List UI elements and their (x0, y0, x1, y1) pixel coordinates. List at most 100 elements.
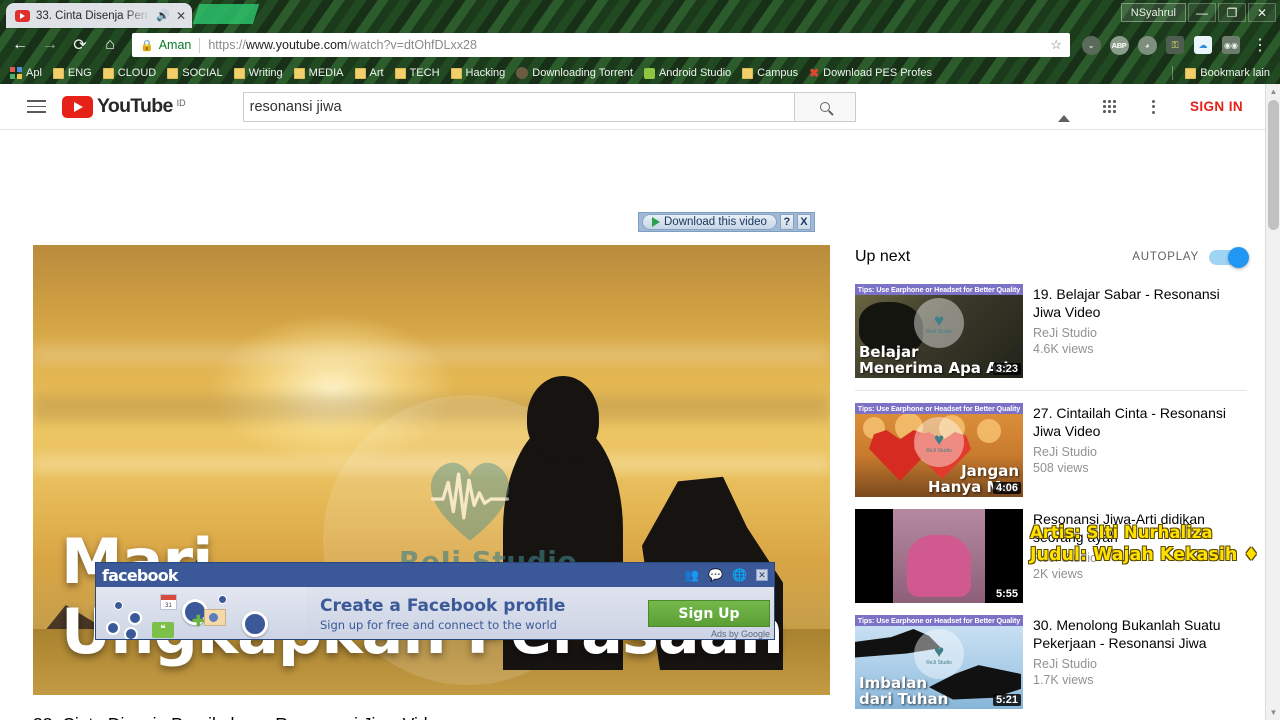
home-button[interactable]: ⌂ (96, 31, 124, 59)
profile-name-button[interactable]: NSyahrul (1120, 3, 1186, 22)
address-bar[interactable]: 🔒 Aman https://www.youtube.com/watch?v=d… (132, 33, 1070, 57)
bookmark-tech[interactable]: TECH (390, 65, 445, 81)
bookmark-star-icon[interactable]: ☆ (1050, 37, 1062, 53)
comment-icon: 💬 (708, 568, 724, 582)
bookmark-eng[interactable]: ENG (48, 65, 97, 81)
bookmark-android-studio[interactable]: Android Studio (639, 65, 736, 81)
omnibox-divider (199, 37, 201, 53)
calendar-icon: 31 (160, 594, 177, 610)
youtube-logo[interactable]: YouTube ID (62, 95, 186, 118)
bookmark-label: CLOUD (117, 67, 157, 79)
bookmark-label: Downloading Torrent (532, 67, 633, 79)
youtube-favicon-icon (15, 9, 30, 22)
download-helper-toolbar: Download this video ? X (638, 212, 815, 232)
scrollbar-thumb[interactable] (1268, 100, 1279, 230)
list-item-views: 4.6K views (1033, 342, 1094, 356)
list-item-channel[interactable]: ReJi Studio (1033, 326, 1247, 340)
bookmark-cloud[interactable]: CLOUD (98, 65, 162, 81)
bookmark-campus[interactable]: Campus (737, 65, 803, 81)
folder-icon (394, 67, 406, 79)
folder-icon (1185, 67, 1197, 79)
close-window-button[interactable]: ✕ (1248, 3, 1276, 22)
facebook-ad-illustration: 31 ❝ ✚ (96, 587, 306, 639)
bookmark-downloading-torrent[interactable]: Downloading Torrent (511, 65, 638, 81)
download-helper-help-button[interactable]: ? (779, 214, 794, 230)
autoplay-toggle[interactable] (1209, 246, 1249, 268)
red-x-icon: ✖ (809, 66, 820, 80)
download-chevron-icon[interactable]: ⌄ (1078, 32, 1104, 58)
list-item-views: 1.7K views (1033, 673, 1094, 687)
bookmark-apl[interactable]: Apl (5, 65, 47, 81)
bookmark-label: Campus (757, 67, 799, 79)
browser-toolbar: ← → ⟳ ⌂ 🔒 Aman https://www.youtube.com/w… (0, 28, 1280, 62)
browser-tab-active[interactable]: 33. Cinta Disenja Pern 🔊 ✕ (6, 3, 192, 28)
scroll-up-icon[interactable]: ▲ (1266, 84, 1280, 99)
sign-in-button[interactable]: SIGN IN (1176, 99, 1251, 114)
guide-menu-icon[interactable] (14, 100, 58, 113)
tab-mute-icon[interactable]: 🔊 (156, 9, 170, 22)
bookmark-label: SOCIAL (182, 67, 223, 79)
ad-close-icon[interactable]: ✕ (756, 569, 768, 581)
list-item-views: 2K views (1033, 567, 1084, 581)
android-icon (643, 67, 655, 79)
download-helper-close-button[interactable]: X (796, 214, 811, 230)
maximize-button[interactable]: ❐ (1218, 3, 1246, 22)
minimize-button[interactable]: — (1188, 3, 1216, 22)
list-item-channel[interactable]: ReJi Studio (1033, 551, 1247, 565)
bookmark-social[interactable]: SOCIAL (162, 65, 227, 81)
cloud-icon[interactable]: ☁ (1190, 32, 1216, 58)
list-item[interactable]: Tips: Use Earphone or Headset for Better… (855, 403, 1247, 497)
video-thumbnail[interactable]: Tips: Use Earphone or Headset for Better… (855, 403, 1023, 497)
apps-grid-icon (1103, 100, 1117, 113)
tab-title: 33. Cinta Disenja Pern (36, 9, 151, 22)
binoculars-icon[interactable]: ◉◉ (1218, 32, 1244, 58)
reload-button[interactable]: ⟳ (66, 31, 94, 59)
video-thumbnail[interactable]: 5:55 (855, 509, 1023, 603)
bookmark-label: Hacking (465, 67, 506, 79)
list-item[interactable]: Tips: Use Earphone or Headset for Better… (855, 615, 1247, 709)
list-item-title: Resonansi Jiwa-Arti didikan seorang ayah (1033, 511, 1205, 545)
tab-close-icon[interactable]: ✕ (176, 10, 186, 22)
ghostery-icon[interactable]: ◕ (1134, 32, 1160, 58)
lock-icon: 🔒 (140, 39, 154, 52)
bookmark-other-folder[interactable]: Bookmark lain (1180, 65, 1275, 81)
bookmark-download-pes[interactable]: ✖ Download PES Profes (804, 65, 937, 81)
up-next-header: Up next AUTOPLAY (855, 242, 1249, 272)
list-item[interactable]: Tips: Use Earphone or Headset for Better… (855, 284, 1247, 378)
ad-headline: Create a Facebook profile (320, 595, 566, 616)
sign-up-button[interactable]: Sign Up (648, 600, 770, 627)
thumbnail-caption: Imbalan dari Tuhan (859, 674, 949, 708)
folder-icon (450, 67, 462, 79)
idea-key-icon[interactable]: ⚿ (1162, 32, 1188, 58)
video-thumbnail[interactable]: Tips: Use Earphone or Headset for Better… (855, 284, 1023, 378)
video-duration: 5:21 (992, 694, 1021, 706)
upload-button[interactable] (1044, 87, 1088, 127)
search-input[interactable] (242, 91, 794, 122)
download-this-video-button[interactable]: Download this video (642, 214, 777, 230)
bookmark-art[interactable]: Art (350, 65, 389, 81)
list-item-channel[interactable]: ReJi Studio (1033, 657, 1247, 671)
facebook-ad-overlay[interactable]: facebook 👥 💬 🌐 ✕ 31 ❝ ✚ Create a Faceboo… (95, 562, 775, 640)
facebook-ad-header: facebook 👥 💬 🌐 ✕ (96, 563, 774, 587)
list-item[interactable]: 5:55 Resonansi Jiwa-Arti didikan seorang… (855, 509, 1247, 603)
bookmark-writing[interactable]: Writing (229, 65, 288, 81)
apps-button[interactable] (1088, 87, 1132, 127)
video-thumbnail[interactable]: Tips: Use Earphone or Headset for Better… (855, 615, 1023, 709)
masthead-actions: SIGN IN (1044, 87, 1265, 127)
add-friend-plus-icon: ✚ (192, 613, 205, 630)
bookmark-hacking[interactable]: Hacking (446, 65, 511, 81)
settings-menu-button[interactable] (1132, 87, 1176, 127)
page-scrollbar[interactable]: ▲ ▼ (1265, 84, 1280, 720)
search-button[interactable] (793, 91, 856, 122)
chrome-menu-button[interactable]: ⋮ (1246, 31, 1274, 59)
url-scheme: https:// (208, 38, 246, 52)
forward-button[interactable]: → (36, 31, 64, 59)
back-button[interactable]: ← (6, 31, 34, 59)
scroll-down-icon[interactable]: ▼ (1266, 705, 1280, 720)
new-tab-button[interactable] (192, 4, 260, 24)
facebook-ad-body: 31 ❝ ✚ Create a Facebook profile Sign up… (96, 587, 774, 639)
adblock-plus-icon[interactable]: ABP (1106, 32, 1132, 58)
list-item-channel[interactable]: ReJi Studio (1033, 445, 1247, 459)
bookmark-media[interactable]: MEDIA (289, 65, 349, 81)
autoplay-control[interactable]: AUTOPLAY (1132, 246, 1249, 268)
